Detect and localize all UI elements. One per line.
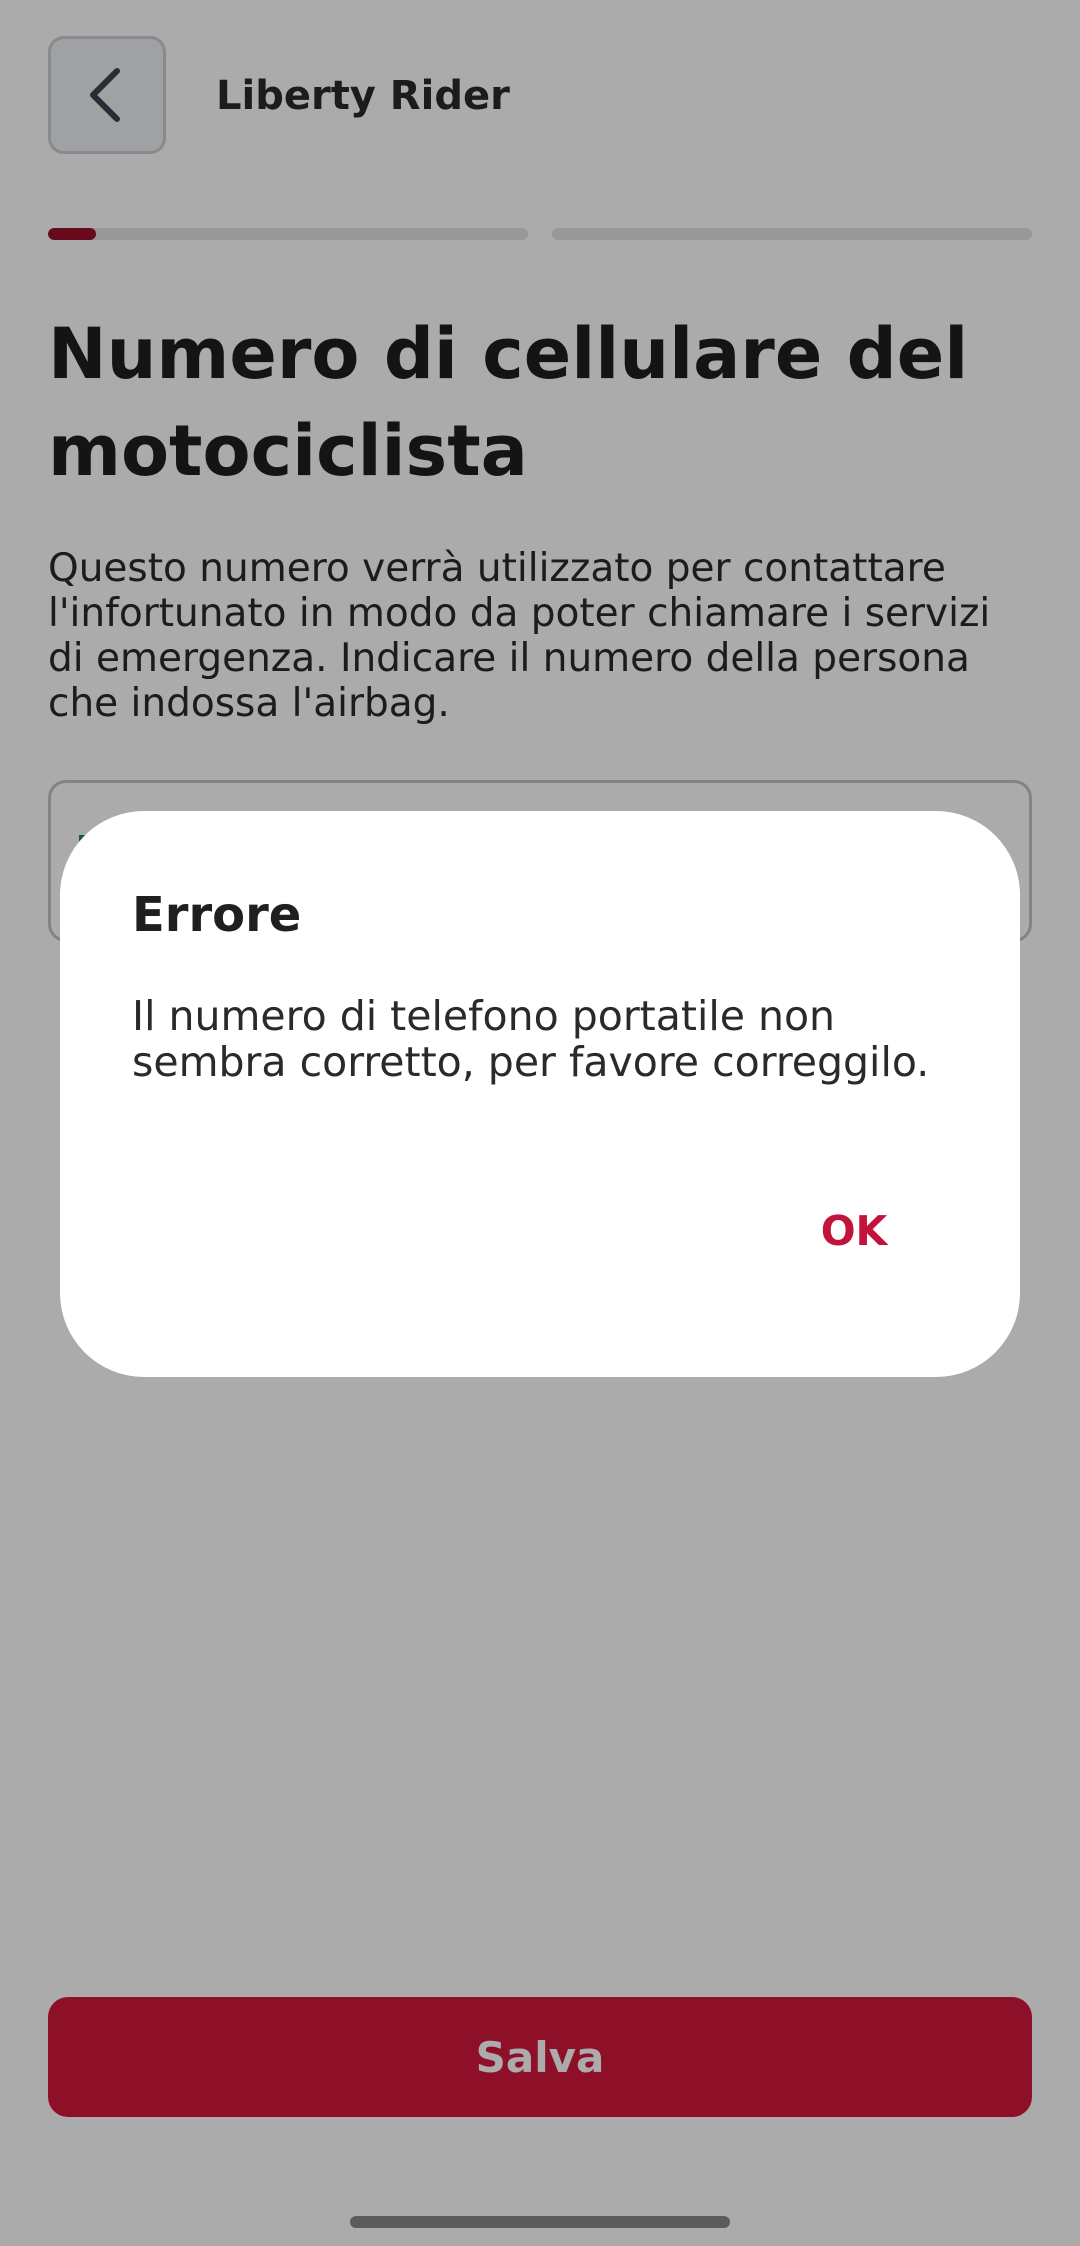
dialog-title: Errore — [132, 887, 302, 943]
error-dialog: Errore Il numero di telefono portatile n… — [60, 811, 1020, 1377]
ok-button[interactable]: OK — [794, 1191, 914, 1271]
screen: Liberty Rider Numero di cellulare del mo… — [0, 0, 1080, 2246]
dialog-message: Il numero di telefono portatile non semb… — [132, 992, 930, 1086]
